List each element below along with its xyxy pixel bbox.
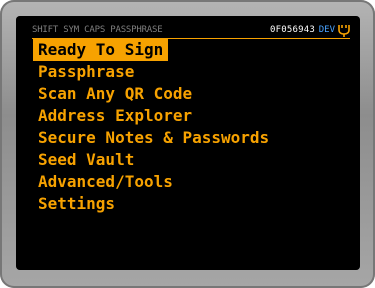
device-bezel: SHIFT SYM CAPS PASSPHRASE 0F056943 DEV R… xyxy=(0,0,375,288)
menu-item-ready-to-sign[interactable]: Ready To Sign xyxy=(33,39,169,61)
menu-item-seed-vault[interactable]: Seed Vault xyxy=(33,149,274,171)
plug-icon xyxy=(338,24,350,37)
menu-item-address-explorer[interactable]: Address Explorer xyxy=(33,105,274,127)
main-menu: Ready To Sign Passphrase Scan Any QR Cod… xyxy=(33,39,274,215)
menu-item-settings[interactable]: Settings xyxy=(33,193,274,215)
menu-item-scan-any-qr-code[interactable]: Scan Any QR Code xyxy=(33,83,274,105)
menu-item-advanced-tools[interactable]: Advanced/Tools xyxy=(33,171,274,193)
device-id: 0F056943 xyxy=(270,25,315,35)
dev-badge: DEV xyxy=(318,25,335,35)
menu-item-secure-notes-passwords[interactable]: Secure Notes & Passwords xyxy=(33,127,274,149)
device-screen: SHIFT SYM CAPS PASSPHRASE 0F056943 DEV R… xyxy=(16,16,360,270)
menu-item-passphrase[interactable]: Passphrase xyxy=(33,61,274,83)
status-bar: SHIFT SYM CAPS PASSPHRASE 0F056943 DEV xyxy=(32,23,350,38)
modifier-keys-indicator: SHIFT SYM CAPS PASSPHRASE xyxy=(32,25,163,35)
